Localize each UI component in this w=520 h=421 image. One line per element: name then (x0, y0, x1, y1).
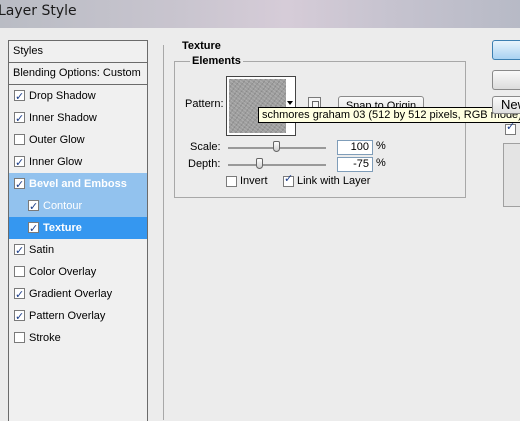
link-with-layer-checkbox[interactable] (283, 172, 294, 187)
bevel-and-emboss-checkbox[interactable] (14, 174, 25, 196)
style-item-label: Bevel and Emboss (29, 178, 127, 190)
link-with-layer-label: Link with Layer (297, 175, 371, 187)
window-title: Layer Style (0, 3, 77, 19)
depth-unit: % (376, 157, 386, 169)
scale-label: Scale: (190, 141, 221, 153)
style-item-stroke[interactable]: Stroke (9, 327, 147, 349)
scale-slider-thumb[interactable] (273, 141, 280, 152)
pattern-thumbnail (229, 79, 286, 133)
style-item-label: Gradient Overlay (29, 288, 113, 300)
depth-slider[interactable] (228, 164, 326, 166)
texture-group-title: Texture (180, 40, 223, 52)
ok-button[interactable] (492, 40, 520, 60)
pattern-overlay-checkbox[interactable] (14, 306, 25, 328)
depth-input[interactable]: -75 (337, 157, 373, 172)
style-item-label: Contour (43, 200, 83, 212)
dropdown-arrow-icon[interactable] (287, 101, 293, 105)
blending-options-item[interactable]: Blending Options: Custom (9, 63, 147, 85)
depth-label: Depth: (188, 158, 221, 170)
style-item-drop-shadow[interactable]: Drop Shadow (9, 85, 147, 108)
contour-checkbox[interactable] (28, 196, 39, 218)
satin-checkbox[interactable] (14, 240, 25, 262)
style-item-label: Inner Shadow (29, 112, 97, 124)
gradient-overlay-checkbox[interactable] (14, 284, 25, 306)
style-item-outer-glow[interactable]: Outer Glow (9, 129, 147, 151)
style-item-label: Texture (43, 222, 82, 234)
style-item-label: Color Overlay (29, 266, 97, 278)
style-item-bevel-and-emboss[interactable]: Bevel and Emboss (9, 173, 147, 196)
drop-shadow-checkbox[interactable] (14, 86, 25, 108)
styles-panel: Styles Blending Options: Custom Drop Sha… (8, 40, 148, 421)
pattern-picker[interactable] (226, 76, 296, 136)
style-preview-swatch (503, 143, 520, 207)
style-item-contour[interactable]: Contour (9, 195, 147, 218)
style-item-label: Outer Glow (29, 134, 85, 146)
pattern-label: Pattern: (185, 98, 224, 110)
style-item-label: Pattern Overlay (29, 310, 106, 322)
style-item-label: Drop Shadow (29, 90, 96, 102)
style-item-pattern-overlay[interactable]: Pattern Overlay (9, 305, 147, 328)
inner-glow-checkbox[interactable] (14, 152, 25, 174)
style-item-label: Satin (29, 244, 55, 256)
pattern-tooltip: schmores graham 03 (512 by 512 pixels, R… (258, 107, 520, 123)
style-item-label: Inner Glow (29, 156, 83, 168)
style-item-label: Stroke (29, 332, 61, 344)
preview-checkbox[interactable] (505, 120, 516, 135)
new-style-button[interactable]: New (492, 96, 520, 114)
style-item-inner-shadow[interactable]: Inner Shadow (9, 107, 147, 130)
color-overlay-checkbox[interactable] (14, 266, 25, 277)
style-item-inner-glow[interactable]: Inner Glow (9, 151, 147, 174)
style-item-color-overlay[interactable]: Color Overlay (9, 261, 147, 283)
texture-checkbox[interactable] (28, 218, 39, 240)
style-item-texture[interactable]: Texture (9, 217, 147, 240)
scale-unit: % (376, 140, 386, 152)
scale-input[interactable]: 100 (337, 140, 373, 155)
title-bar[interactable]: Layer Style (0, 0, 520, 28)
style-item-satin[interactable]: Satin (9, 239, 147, 262)
cancel-button[interactable] (492, 70, 520, 90)
styles-header[interactable]: Styles (9, 41, 147, 63)
style-item-gradient-overlay[interactable]: Gradient Overlay (9, 283, 147, 306)
outer-glow-checkbox[interactable] (14, 134, 25, 145)
inner-shadow-checkbox[interactable] (14, 108, 25, 130)
stroke-checkbox[interactable] (14, 332, 25, 343)
invert-checkbox[interactable] (226, 176, 237, 187)
invert-label: Invert (240, 175, 268, 187)
depth-slider-thumb[interactable] (256, 158, 263, 169)
elements-group-title: Elements (190, 55, 243, 67)
